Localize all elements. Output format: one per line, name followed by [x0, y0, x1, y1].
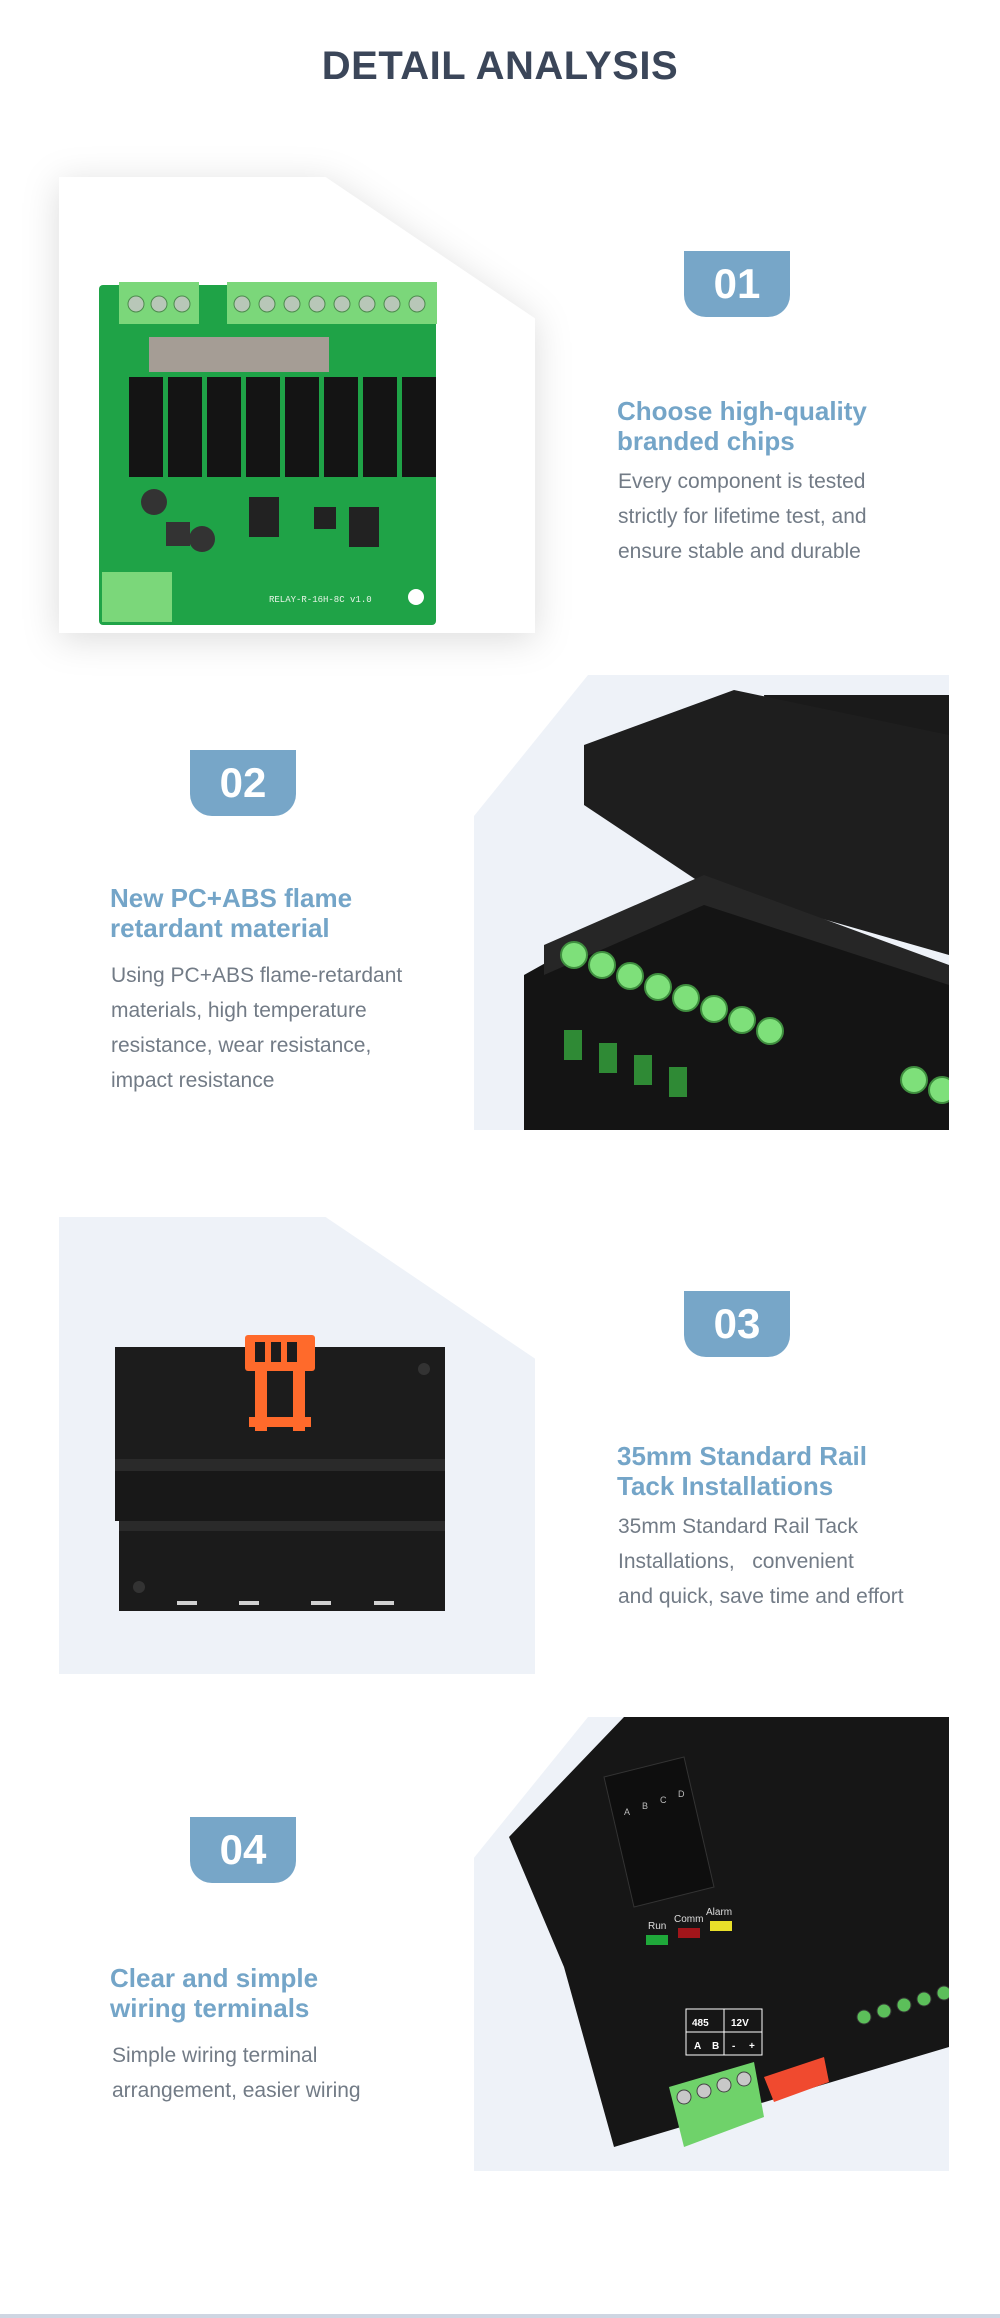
status-label-comm: Comm — [674, 1914, 703, 1925]
body-line: materials, high temperature — [111, 999, 367, 1022]
page-title: DETAIL ANALYSIS — [321, 44, 679, 88]
heading-line: Choose high-quality — [617, 396, 867, 426]
heading-line: 35mm Standard Rail — [617, 1441, 867, 1471]
section-2-number-badge: 02 — [190, 750, 296, 816]
terminal-header-12v: 12V — [731, 2018, 749, 2029]
section-4-body: Simple wiring terminal arrangement, easi… — [112, 2038, 482, 2108]
section-3-body: 35mm Standard Rail Tack Installations, c… — [618, 1509, 988, 1619]
led-label-b: B — [642, 1801, 648, 1811]
terminal-pin-a: A — [694, 2041, 701, 2052]
pcb-board-image: RELAY-R-16H-8C v1.0 — [99, 282, 437, 625]
section-2-image-panel — [474, 675, 949, 1130]
body-line: arrangement, easier wiring — [112, 2079, 361, 2102]
section-1-heading: Choose high-quality branded chips — [617, 396, 987, 456]
terminal-panel-image: A B C D Run Comm Alarm 485 12V A B - + — [509, 1717, 949, 2147]
terminal-header-485: 485 — [692, 2018, 709, 2029]
body-line: and quick, save time and effort — [618, 1585, 904, 1608]
section-2-body: Using PC+ABS flame-retardant materials, … — [111, 958, 481, 1098]
section-1-body: Every component is tested strictly for l… — [618, 464, 988, 569]
heading-line: branded chips — [617, 426, 795, 456]
led-label-d: D — [678, 1789, 685, 1799]
section-3-image-panel — [59, 1217, 535, 1674]
pcb-label: RELAY-R-16H-8C v1.0 — [269, 595, 372, 605]
heading-line: Tack Installations — [617, 1471, 834, 1501]
section-3-number-badge: 03 — [684, 1291, 790, 1357]
din-rail-clip-image — [115, 1335, 445, 1611]
body-line: Simple wiring terminal — [112, 2044, 318, 2067]
body-line: 35mm Standard Rail Tack — [618, 1515, 859, 1538]
heading-line: wiring terminals — [110, 1993, 310, 2023]
led-label-c: C — [660, 1795, 667, 1805]
status-label-run: Run — [648, 1921, 666, 1932]
section-3-heading: 35mm Standard Rail Tack Installations — [617, 1441, 987, 1501]
heading-line: retardant material — [110, 913, 330, 943]
body-line: ensure stable and durable — [618, 540, 861, 563]
status-label-alarm: Alarm — [706, 1907, 732, 1918]
body-line: Using PC+ABS flame-retardant — [111, 964, 403, 987]
section-4-image-panel: A B C D Run Comm Alarm 485 12V A B - + — [474, 1717, 949, 2171]
led-label-a: A — [624, 1807, 630, 1817]
section-2-heading: New PC+ABS flame retardant material — [110, 883, 480, 943]
terminal-pin-minus: - — [732, 2041, 735, 2052]
body-line: impact resistance — [111, 1069, 275, 1092]
section-4-heading: Clear and simple wiring terminals — [110, 1963, 480, 2023]
terminal-pin-b: B — [712, 2041, 719, 2052]
body-line: strictly for lifetime test, and — [618, 505, 867, 528]
comm-led-icon — [678, 1928, 700, 1938]
body-line: Installations, convenient — [618, 1550, 854, 1573]
body-line: resistance, wear resistance, — [111, 1034, 372, 1057]
alarm-led-icon — [710, 1921, 732, 1931]
heading-line: Clear and simple — [110, 1963, 319, 1993]
terminal-pin-plus: + — [749, 2041, 755, 2052]
enclosure-closeup-image — [524, 690, 949, 1130]
section-1-number-badge: 01 — [684, 251, 790, 317]
run-led-icon — [646, 1935, 668, 1945]
bottom-divider — [0, 2314, 1000, 2318]
section-1-image-card: RELAY-R-16H-8C v1.0 — [59, 177, 535, 633]
heading-line: New PC+ABS flame — [110, 883, 353, 913]
body-line: Every component is tested — [618, 470, 866, 493]
section-4-number-badge: 04 — [190, 1817, 296, 1883]
